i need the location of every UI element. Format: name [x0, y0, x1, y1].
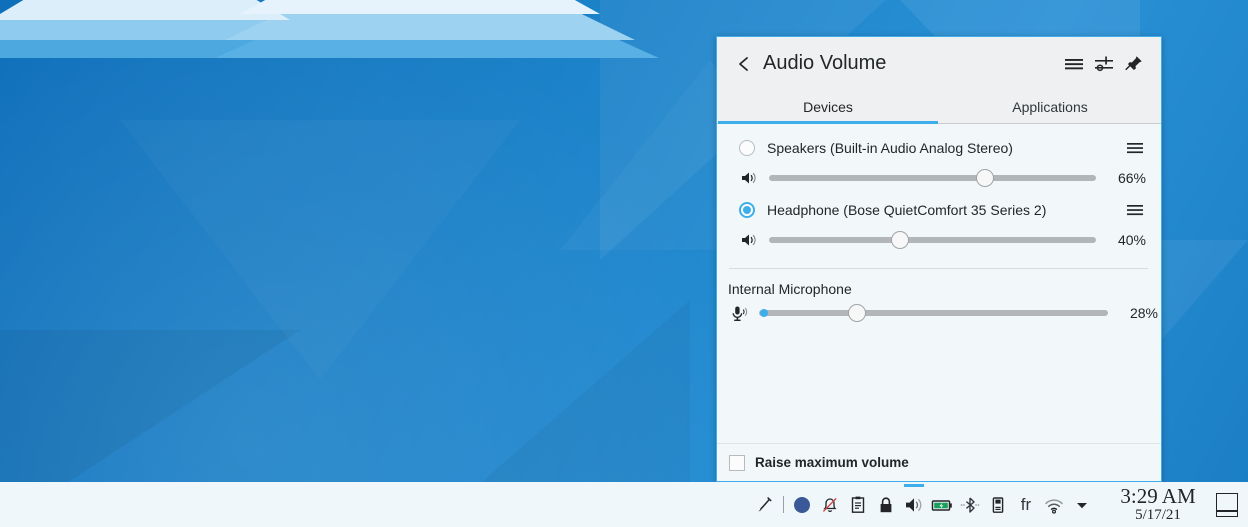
wallpaper-peak [240, 0, 600, 14]
device-header: Speakers (Built-in Audio Analog Stereo) [727, 134, 1149, 162]
device-default-radio-headphone[interactable] [739, 202, 755, 218]
wallpaper-facet [120, 120, 520, 380]
slider-groove [759, 310, 1108, 316]
pen-tool-icon[interactable] [751, 482, 779, 527]
applet-header: Audio Volume [717, 37, 1161, 90]
clock[interactable]: 3:29 AM 5/17/21 [1110, 485, 1206, 524]
applet-tabs: Devices Applications [717, 90, 1161, 124]
device-header: Headphone (Bose QuietComfort 35 Series 2… [727, 196, 1149, 224]
capture-device-label: Internal Microphone [728, 281, 852, 297]
raise-maximum-volume-label: Raise maximum volume [755, 455, 909, 470]
show-desktop-box [1216, 492, 1238, 517]
volume-icon[interactable] [900, 482, 928, 527]
wifi-icon[interactable] [1040, 482, 1068, 527]
pin-icon[interactable] [1119, 49, 1149, 79]
device-name-label: Headphone (Bose QuietComfort 35 Series 2… [767, 202, 1047, 218]
audio-settings-icon[interactable] [1089, 49, 1119, 79]
slider-groove [769, 175, 1096, 181]
device-row-speakers: Speakers (Built-in Audio Analog Stereo) [717, 134, 1161, 192]
volume-slider-speakers[interactable] [769, 168, 1096, 188]
device-default-radio-speakers[interactable] [739, 140, 755, 156]
system-tray: fr [751, 482, 1096, 527]
volume-percent-label-headphone: 40% [1117, 232, 1146, 248]
audio-volume-applet: Audio Volume Devices Applications Speake… [716, 36, 1162, 482]
battery-charging-icon[interactable] [928, 482, 956, 527]
devices-list: Speakers (Built-in Audio Analog Stereo) [717, 124, 1161, 443]
notifications-muted-icon[interactable] [816, 482, 844, 527]
blue-circle-status-icon[interactable] [788, 482, 816, 527]
capture-section: Internal Microphone 28% [717, 269, 1161, 327]
device-volume-slider-row-speakers: 66% [727, 164, 1149, 192]
speaker-icon[interactable] [739, 168, 759, 188]
tray-divider [783, 496, 784, 513]
tab-devices[interactable]: Devices [717, 90, 939, 124]
volume-percent-label-speakers: 66% [1117, 170, 1146, 186]
speaker-icon[interactable] [739, 230, 759, 250]
usb-device-icon[interactable] [984, 482, 1012, 527]
clock-date: 5/17/21 [1135, 507, 1181, 523]
lock-icon[interactable] [872, 482, 900, 527]
slider-handle[interactable] [890, 231, 909, 249]
volume-slider-microphone[interactable] [759, 303, 1108, 323]
microphone-icon[interactable] [729, 303, 749, 323]
device-menu-icon-speakers[interactable] [1124, 137, 1146, 159]
volume-slider-headphone[interactable] [769, 230, 1096, 250]
volume-percent-label-microphone: 28% [1129, 305, 1158, 321]
show-desktop-icon[interactable] [1206, 482, 1248, 527]
tab-applications[interactable]: Applications [939, 90, 1161, 123]
raise-maximum-volume-checkbox[interactable] [729, 454, 745, 471]
chevron-left-icon[interactable] [731, 51, 757, 77]
microphone-peak-meter [760, 309, 768, 317]
device-name-label: Speakers (Built-in Audio Analog Stereo) [767, 140, 1013, 156]
keyboard-layout-label: fr [1020, 494, 1032, 514]
clipboard-icon[interactable] [844, 482, 872, 527]
slider-handle[interactable] [847, 304, 866, 322]
device-row-headphone: Headphone (Bose QuietComfort 35 Series 2… [717, 196, 1161, 254]
taskbar: fr 3:29 AM 5/17/21 [0, 482, 1248, 527]
device-menu-icon-headphone[interactable] [1124, 199, 1146, 221]
clock-time: 3:29 AM [1120, 484, 1196, 508]
device-volume-slider-row-headphone: 40% [727, 226, 1149, 254]
page-title: Audio Volume [763, 52, 887, 74]
applet-footer: Raise maximum volume [717, 443, 1161, 481]
bluetooth-inactive-icon[interactable] [956, 482, 984, 527]
hamburger-menu-icon[interactable] [1059, 49, 1089, 79]
capture-volume-slider-row: 28% [717, 299, 1161, 327]
show-hidden-icons-icon[interactable] [1068, 482, 1096, 527]
keyboard-layout-icon[interactable]: fr [1012, 482, 1040, 527]
slider-groove [769, 237, 1096, 243]
slider-handle[interactable] [975, 169, 994, 187]
desktop-screen: Audio Volume Devices Applications Speake… [0, 0, 1248, 527]
